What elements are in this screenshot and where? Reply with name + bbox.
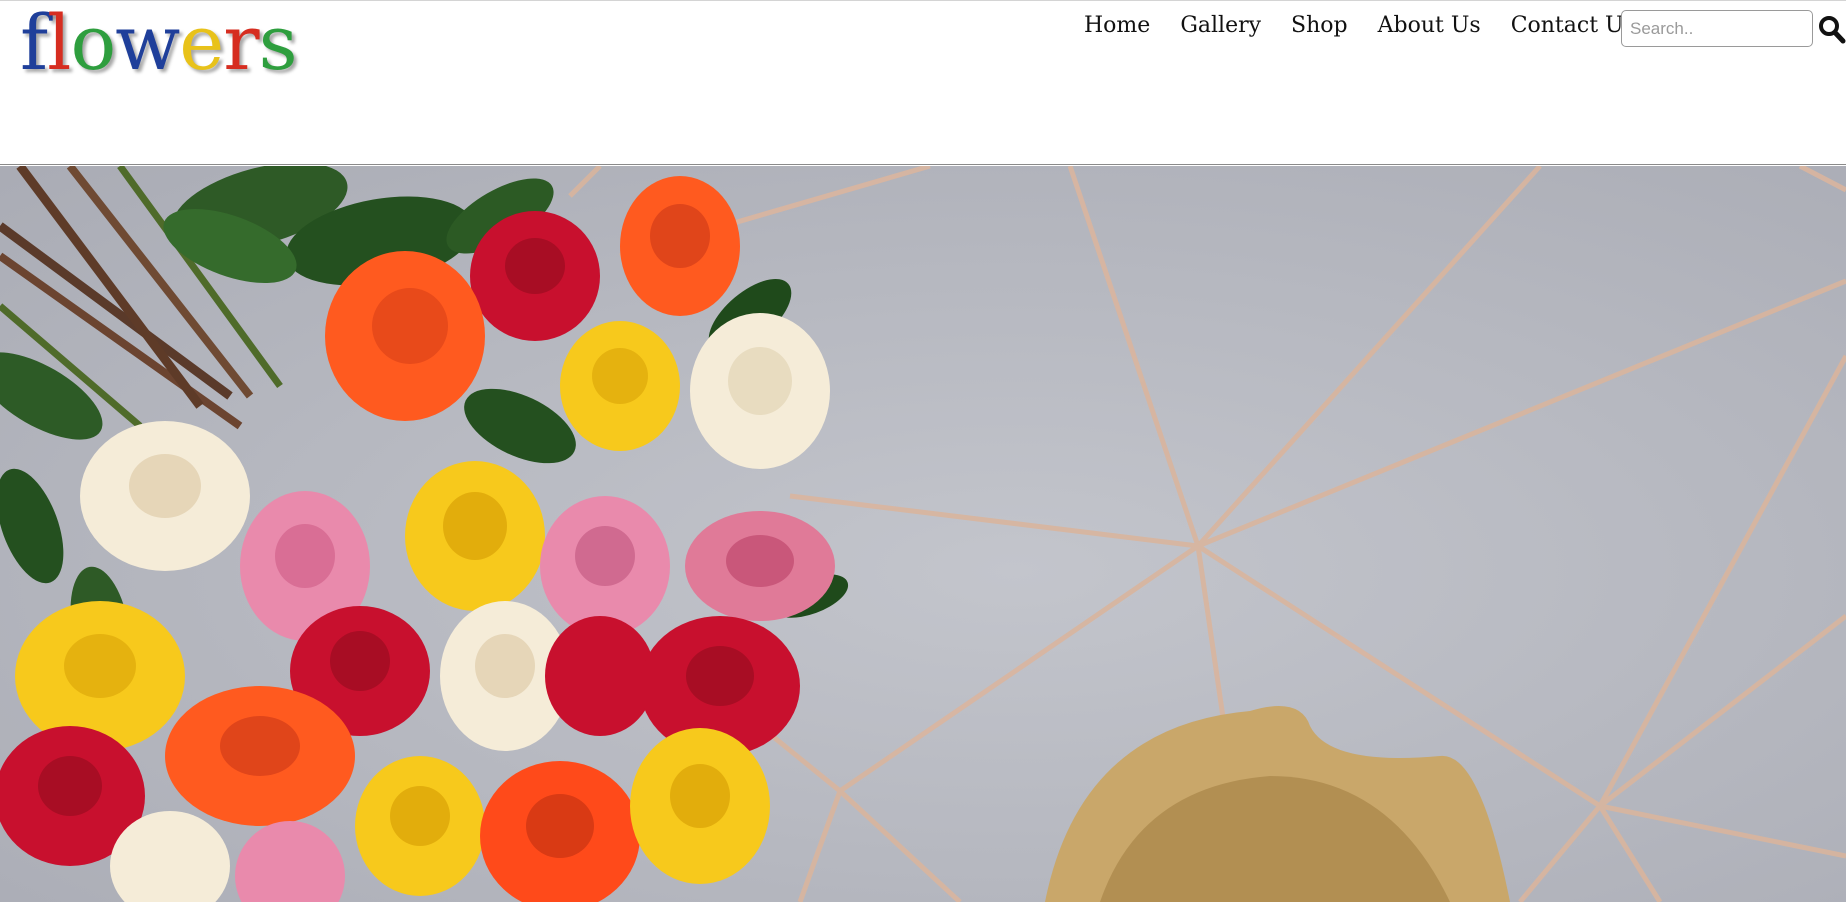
main-nav: Home Gallery Shop About Us Contact Us [1084, 9, 1665, 43]
hero-banner [0, 166, 1846, 902]
search-icon [1819, 16, 1846, 44]
nav-contact-link[interactable]: Contact Us [1511, 9, 1635, 43]
flowers-logo[interactable]: flowers [20, 0, 298, 91]
logo-letter: w [115, 0, 180, 87]
nav-home-link[interactable]: Home [1084, 9, 1150, 43]
search-button[interactable] [1818, 14, 1846, 44]
nav-shop-link[interactable]: Shop [1291, 9, 1348, 43]
logo-letter: o [70, 0, 116, 87]
logo-letter: f [20, 0, 48, 87]
logo-letter: r [223, 0, 259, 87]
logo-letter: l [47, 0, 71, 87]
search-input[interactable] [1621, 10, 1813, 47]
logo-letter: e [179, 0, 224, 87]
logo-letter: s [258, 0, 298, 87]
nav-about-link[interactable]: About Us [1378, 9, 1481, 43]
nav-gallery-link[interactable]: Gallery [1180, 9, 1261, 43]
hero-image [0, 166, 1846, 902]
site-header: flowers Home Gallery Shop About Us Conta… [0, 0, 1846, 165]
